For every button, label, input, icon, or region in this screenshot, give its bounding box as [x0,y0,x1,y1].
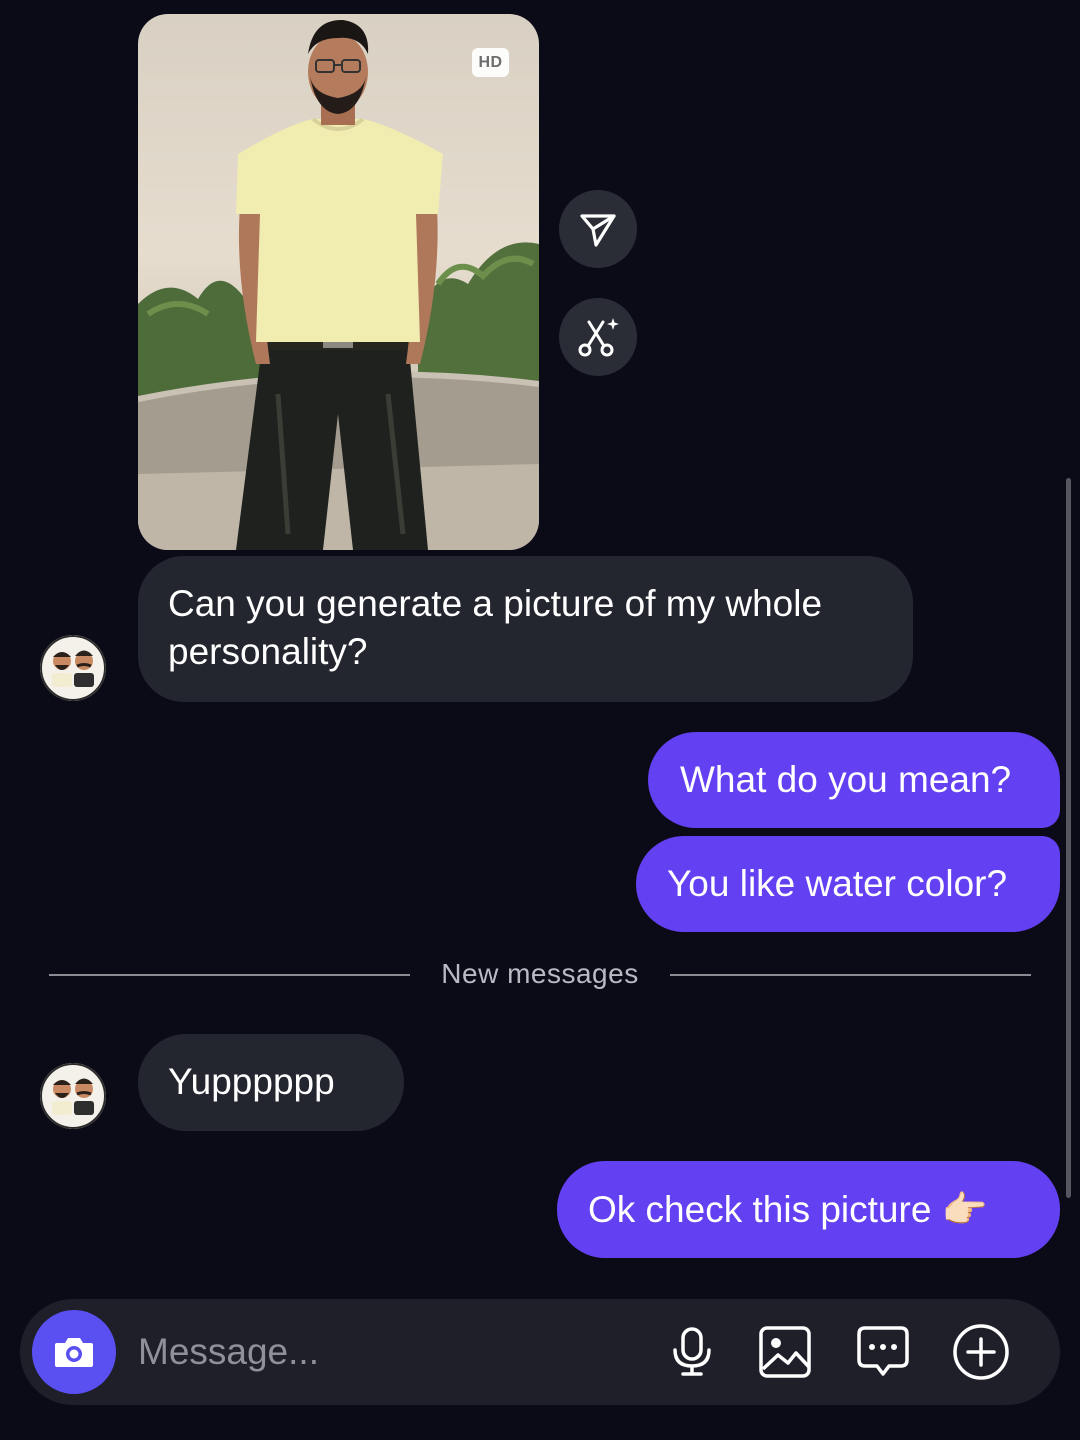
avatar-icon [40,635,106,701]
outgoing-message[interactable]: Ok check this picture 👉🏻 [557,1161,1060,1258]
sticker-button[interactable] [853,1322,913,1382]
divider-line-right [670,974,1031,976]
ai-restyle-icon [578,318,619,357]
microphone-button[interactable] [662,1322,722,1382]
incoming-message[interactable]: Can you generate a picture of my whole p… [138,556,913,702]
sticker-icon [857,1326,909,1376]
share-icon [580,214,616,247]
incoming-message[interactable]: Yupppppp [138,1034,404,1131]
avatar-icon [40,1063,106,1129]
divider-line-left [49,974,410,976]
add-icon [953,1324,1009,1380]
contact-avatar[interactable] [40,635,106,701]
share-button[interactable] [559,190,637,268]
scrollbar[interactable] [1066,478,1071,1198]
photo-message[interactable] [138,14,539,550]
message-input[interactable] [138,1322,638,1382]
outgoing-message[interactable]: You like water color? [636,836,1060,932]
hd-badge: HD [472,48,509,77]
person-photo [138,19,539,550]
message-text: What do you mean? [680,759,1012,800]
camera-button[interactable] [32,1310,116,1394]
message-text-line: Can you generate a picture of my whole [168,583,823,624]
microphone-icon [673,1327,711,1376]
ai-restyle-button[interactable] [559,298,637,376]
message-text: You like water color? [667,863,1008,904]
add-button[interactable] [951,1322,1011,1382]
message-text-line: personality? [168,631,368,672]
contact-avatar[interactable] [40,1063,106,1129]
camera-icon [55,1338,93,1367]
gallery-button[interactable] [755,1322,815,1382]
outgoing-message[interactable]: What do you mean? [648,732,1060,828]
message-text: Ok check this picture 👉🏻 [588,1189,988,1230]
message-text: Yupppppp [168,1061,335,1102]
new-messages-divider: New messages [441,958,639,989]
chat-screen: HD Can you generate a picture of my whol… [0,0,1080,1440]
gallery-icon [759,1326,811,1378]
